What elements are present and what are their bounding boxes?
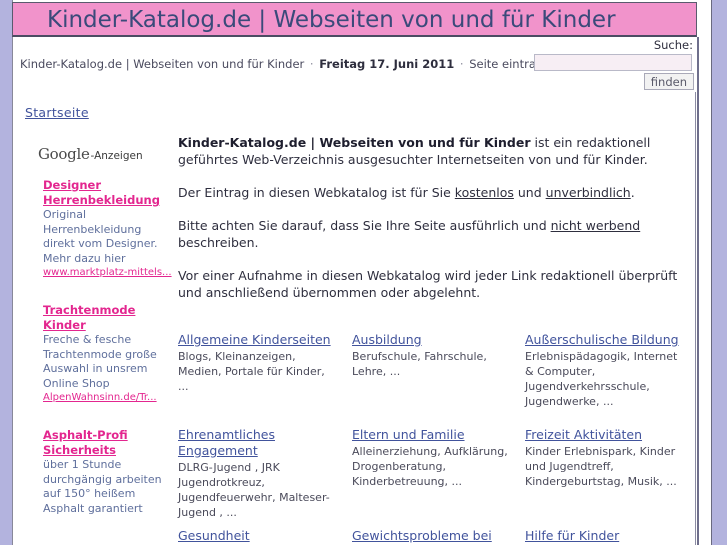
ad-title-line-2[interactable]: Sicherheits: [43, 443, 173, 458]
intro-text: Kinder-Katalog.de | Webseiten von und fü…: [178, 134, 683, 301]
ad-text-line: Trachtenmode große: [43, 347, 157, 361]
content-body: Startseite Google-Anzeigen Designer Herr…: [13, 92, 696, 545]
category-cell: Ausbildung Berufschule, Fahrschule, Lehr…: [352, 332, 512, 379]
link-unverbindlich[interactable]: unverbindlich: [546, 185, 631, 200]
category-link[interactable]: Außerschulische Bildung: [525, 332, 685, 348]
page-title: Kinder-Katalog.de | Webseiten von und fü…: [47, 7, 616, 33]
category-cell: Gesundheit: [178, 528, 338, 544]
ad-display-url[interactable]: www.marktplatz-mittels...: [43, 266, 173, 280]
ad-title-line-1[interactable]: Asphalt-Profi: [43, 428, 173, 443]
link-kostenlos[interactable]: kostenlos: [455, 185, 514, 200]
category-link[interactable]: Hilfe für Kinder: [525, 528, 685, 544]
category-link[interactable]: Ehrenamtliches Engagement: [178, 427, 338, 459]
category-cell: Gewichtsprobleme bei: [352, 528, 512, 544]
category-cell: Ehrenamtliches Engagement DLRG-Jugend , …: [178, 427, 338, 520]
page-right-border: [697, 37, 699, 545]
search-label: Suche:: [653, 38, 693, 52]
breadcrumb: Kinder-Katalog.de | Webseiten von und fü…: [20, 57, 558, 71]
ad-text-line: auf 150° heißem: [43, 487, 136, 500]
ad-text-line: direkt vom Designer.: [43, 237, 158, 250]
ad-text-line: Original: [43, 208, 87, 221]
ad-unit[interactable]: Designer Herrenbekleidung Original Herre…: [43, 178, 173, 280]
intro-site-name: Kinder-Katalog.de | Webseiten von und fü…: [178, 135, 531, 150]
category-link[interactable]: Ausbildung: [352, 332, 512, 348]
category-cell: Außerschulische Bildung Erlebnispädagogi…: [525, 332, 685, 409]
ad-text-line: Asphalt garantiert: [43, 501, 143, 515]
intro-paragraph-2: Der Eintrag in diesen Webkatalog ist für…: [178, 184, 683, 201]
header-strip: Kinder-Katalog.de | Webseiten von und fü…: [13, 38, 696, 92]
ad-title-line-1[interactable]: Designer: [43, 178, 173, 193]
browser-page: Kinder-Katalog.de | Webseiten von und fü…: [0, 0, 727, 545]
category-description: Berufschule, Fahrschule, Lehre, ...: [352, 350, 487, 378]
google-logo: Google: [38, 145, 90, 163]
category-cell: Eltern und Familie Alleinerziehung, Aufk…: [352, 427, 512, 489]
search-box: Suche: finden: [534, 38, 694, 90]
intro-paragraph-1: Kinder-Katalog.de | Webseiten von und fü…: [178, 134, 683, 168]
intro-paragraph-3: Bitte achten Sie darauf, dass Sie Ihre S…: [178, 217, 683, 251]
category-link[interactable]: Freizeit Aktivitäten: [525, 427, 685, 443]
ad-text-line: Online Shop: [43, 376, 110, 390]
ad-title-line-2[interactable]: Kinder: [43, 318, 173, 333]
category-cell: Hilfe für Kinder: [525, 528, 685, 544]
ad-display-url[interactable]: AlpenWahnsinn.de/Tr...: [43, 391, 173, 405]
category-row: Gesundheit Gewichtsprobleme bei Hilfe fü…: [178, 528, 690, 545]
ad-text-line: durchgängig arbeiten: [43, 472, 162, 486]
breadcrumb-separator-1: ·: [309, 57, 314, 71]
category-description: Kinder Erlebnispark, Kinder und Jugendtr…: [525, 445, 677, 488]
google-ads-column: Google-Anzeigen Designer Herrenbekleidun…: [25, 144, 173, 539]
category-cell: Allgemeine Kinderseiten Blogs, Kleinanze…: [178, 332, 338, 394]
breadcrumb-date: Freitag 17. Juni 2011: [319, 57, 455, 71]
category-link[interactable]: Eltern und Familie: [352, 427, 512, 443]
search-submit-button[interactable]: finden: [643, 73, 694, 90]
search-input[interactable]: [534, 54, 692, 71]
category-description: Alleinerziehung, Aufklärung, Drogenberat…: [352, 445, 508, 488]
intro-p2-b: und: [513, 185, 546, 200]
category-description: Blogs, Kleinanzeigen, Medien, Portale fü…: [178, 350, 325, 393]
ad-title-line-1[interactable]: Trachtenmode: [43, 303, 173, 318]
intro-p3-a: Bitte achten Sie darauf, dass Sie Ihre S…: [178, 218, 551, 233]
category-link[interactable]: Gesundheit: [178, 528, 338, 544]
google-ads-header: Google-Anzeigen: [38, 144, 173, 164]
category-description: DLRG-Jugend , JRK Jugendrotkreuz, Jugend…: [178, 461, 330, 519]
category-cell: Freizeit Aktivitäten Kinder Erlebnispark…: [525, 427, 685, 489]
category-link[interactable]: Gewichtsprobleme bei: [352, 528, 512, 544]
category-row: Allgemeine Kinderseiten Blogs, Kleinanze…: [178, 332, 690, 427]
intro-p3-b: beschreiben.: [178, 235, 259, 250]
category-row: Ehrenamtliches Engagement DLRG-Jugend , …: [178, 427, 690, 528]
google-ads-label: -Anzeigen: [90, 150, 143, 162]
ad-text-line: über 1 Stunde: [43, 458, 122, 471]
site-title-banner: Kinder-Katalog.de | Webseiten von und fü…: [12, 2, 697, 37]
ad-text-line: Mehr dazu hier: [43, 251, 126, 265]
ad-title-line-2[interactable]: Herrenbekleidung: [43, 193, 173, 208]
intro-paragraph-4: Vor einer Aufnahme in diesen Webkatalog …: [178, 268, 678, 300]
ad-text-line: Freche & fesche: [43, 333, 132, 346]
category-grid: Allgemeine Kinderseiten Blogs, Kleinanze…: [178, 332, 690, 545]
breadcrumb-site: Kinder-Katalog.de | Webseiten von und fü…: [20, 57, 305, 71]
breadcrumb-separator-2: ·: [459, 57, 464, 71]
top-navigation: Startseite: [25, 102, 89, 121]
category-description: Erlebnispädagogik, Internet & Computer, …: [525, 350, 678, 408]
ad-unit[interactable]: Trachtenmode Kinder Freche & fesche Trac…: [43, 303, 173, 405]
nav-link-startseite[interactable]: Startseite: [25, 105, 89, 120]
category-link[interactable]: Allgemeine Kinderseiten: [178, 332, 338, 348]
intro-p2-a: Der Eintrag in diesen Webkatalog ist für…: [178, 185, 455, 200]
ad-text-line: Auswahl in unsrem: [43, 362, 148, 375]
ad-text-line: Herrenbekleidung: [43, 222, 142, 236]
ad-unit[interactable]: Asphalt-Profi Sicherheits über 1 Stunde …: [43, 428, 173, 516]
intro-p2-c: .: [630, 185, 635, 200]
content-right-border: [695, 92, 696, 545]
link-nicht-werbend[interactable]: nicht werbend: [551, 218, 641, 233]
